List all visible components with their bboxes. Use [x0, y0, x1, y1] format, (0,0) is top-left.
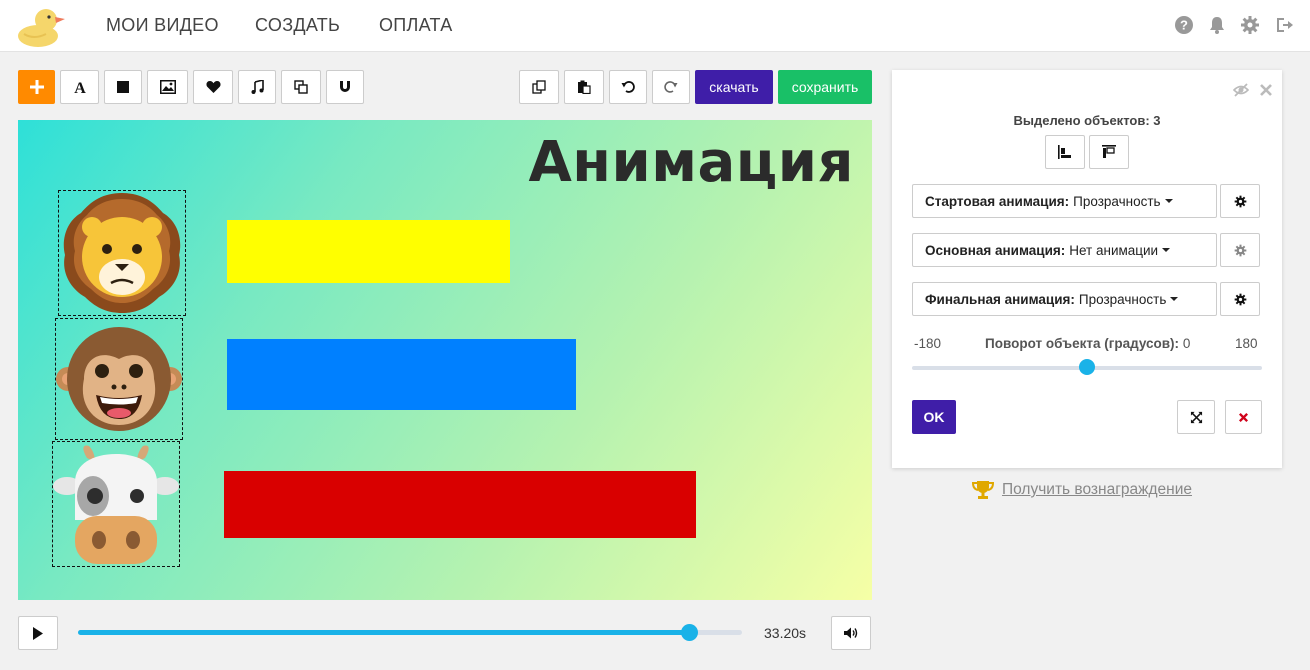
- cancel-button[interactable]: [1225, 400, 1262, 434]
- top-navigation-bar: МОИ ВИДЕО СОЗДАТЬ ОПЛАТА ?: [0, 0, 1310, 52]
- image-icon: [159, 80, 176, 94]
- blue-bar[interactable]: [227, 339, 576, 410]
- editor-canvas[interactable]: Анимация: [18, 120, 872, 600]
- magnet-tool-button[interactable]: [326, 70, 364, 104]
- copy-icon: [532, 80, 546, 94]
- bell-icon[interactable]: [1207, 15, 1227, 35]
- lion-icon: [63, 193, 181, 313]
- add-icon: [29, 80, 44, 94]
- start-animation-select[interactable]: Стартовая анимация: Прозрачность: [912, 184, 1217, 218]
- rotation-slider-knob[interactable]: [1079, 359, 1095, 375]
- gear-icon: [1234, 195, 1246, 207]
- redo-button[interactable]: [652, 70, 690, 104]
- expand-button[interactable]: [1177, 400, 1215, 434]
- duck-logo[interactable]: [16, 4, 68, 48]
- volume-icon: [844, 627, 858, 639]
- selected-objects-count: Выделено объектов: 3: [1013, 113, 1161, 128]
- current-time: 33.20s: [764, 625, 807, 641]
- heart-icon: [205, 81, 221, 93]
- align-top-icon: [1102, 145, 1116, 158]
- final-animation-settings-button[interactable]: [1220, 282, 1260, 316]
- hide-panel-icon[interactable]: [1232, 82, 1250, 98]
- text-icon: A: [74, 80, 86, 95]
- image-tool-button[interactable]: [147, 70, 188, 104]
- timeline-progress-fill: [78, 630, 689, 635]
- undo-button[interactable]: [609, 70, 647, 104]
- rotation-label-text: Поворот объекта (градусов):: [985, 336, 1180, 351]
- paste-icon: [578, 80, 591, 94]
- gear-icon: [1234, 244, 1246, 256]
- align-bottom-icon: [1058, 145, 1071, 159]
- volume-button[interactable]: [831, 616, 871, 650]
- copy-button[interactable]: [519, 70, 559, 104]
- start-animation-settings-button[interactable]: [1220, 184, 1260, 218]
- rotation-value: 0: [1182, 336, 1191, 351]
- sticker-tool-button[interactable]: [193, 70, 233, 104]
- monkey-emoji[interactable]: [55, 318, 183, 440]
- close-icon: [1238, 412, 1249, 422]
- main-animation-select[interactable]: Основная анимация: Нет анимации: [912, 233, 1217, 267]
- play-icon: [33, 626, 43, 640]
- lion-emoji[interactable]: [58, 190, 186, 316]
- duplicate-tool-button[interactable]: [281, 70, 321, 104]
- logout-icon[interactable]: [1274, 15, 1294, 35]
- text-tool-button[interactable]: A: [60, 70, 99, 104]
- redo-icon: [664, 81, 678, 93]
- play-button[interactable]: [18, 616, 58, 650]
- paste-button[interactable]: [564, 70, 604, 104]
- align-top-button[interactable]: [1089, 135, 1129, 169]
- cow-emoji[interactable]: [52, 441, 180, 567]
- svg-text:A: A: [74, 80, 86, 95]
- reward-link[interactable]: Получить вознаграждение: [972, 480, 1192, 500]
- chevron-down-icon: [1170, 297, 1179, 301]
- save-button[interactable]: сохранить: [778, 70, 872, 104]
- timeline-knob[interactable]: [680, 624, 698, 641]
- trophy-icon: [972, 481, 994, 499]
- chevron-down-icon: [1164, 199, 1173, 203]
- music-icon: [251, 80, 264, 94]
- rotation-label: Поворот объекта (градусов): 0: [985, 336, 1190, 351]
- square-icon: [117, 81, 129, 93]
- final-animation-select[interactable]: Финальная анимация: Прозрачность: [912, 282, 1217, 316]
- nav-payment[interactable]: ОПЛАТА: [379, 15, 453, 36]
- start-animation-label: Стартовая анимация:: [925, 193, 1070, 209]
- nav-create[interactable]: СОЗДАТЬ: [255, 15, 340, 36]
- main-animation-value: Нет анимации: [1069, 242, 1159, 258]
- copy-icon: [294, 80, 308, 94]
- music-tool-button[interactable]: [238, 70, 276, 104]
- add-button[interactable]: [18, 70, 55, 104]
- red-bar[interactable]: [224, 471, 696, 538]
- chevron-down-icon: [1162, 248, 1171, 252]
- gear-icon: [1234, 293, 1246, 305]
- expand-icon: [1190, 411, 1202, 423]
- final-animation-label: Финальная анимация:: [925, 291, 1075, 307]
- reward-label: Получить вознаграждение: [1002, 481, 1192, 498]
- canvas-title-text[interactable]: Анимация: [528, 130, 854, 195]
- svg-text:?: ?: [1180, 18, 1188, 33]
- main-animation-label: Основная анимация:: [925, 242, 1066, 258]
- cow-icon: [53, 445, 179, 564]
- align-left-button[interactable]: [1045, 135, 1085, 169]
- close-panel-icon[interactable]: [1258, 82, 1274, 98]
- start-animation-value: Прозрачность: [1073, 193, 1161, 209]
- yellow-bar[interactable]: [227, 220, 510, 283]
- ok-button[interactable]: OK: [912, 400, 956, 434]
- shape-tool-button[interactable]: [104, 70, 142, 104]
- monkey-icon: [56, 327, 182, 431]
- download-button[interactable]: скачать: [695, 70, 773, 104]
- rotation-max-label: 180: [1235, 336, 1258, 351]
- rotation-slider[interactable]: [912, 359, 1262, 375]
- nav-my-videos[interactable]: МОИ ВИДЕО: [106, 15, 219, 36]
- timeline-slider[interactable]: [78, 624, 742, 641]
- magnet-icon: [340, 81, 350, 92]
- main-animation-settings-button[interactable]: [1220, 233, 1260, 267]
- help-icon[interactable]: ?: [1174, 15, 1194, 35]
- undo-icon: [621, 81, 635, 93]
- final-animation-value: Прозрачность: [1078, 291, 1167, 307]
- gear-icon[interactable]: [1240, 15, 1260, 35]
- properties-panel: Выделено объектов: 3 Стартовая анимация:…: [892, 70, 1282, 468]
- rotation-min-label: -180: [914, 336, 942, 351]
